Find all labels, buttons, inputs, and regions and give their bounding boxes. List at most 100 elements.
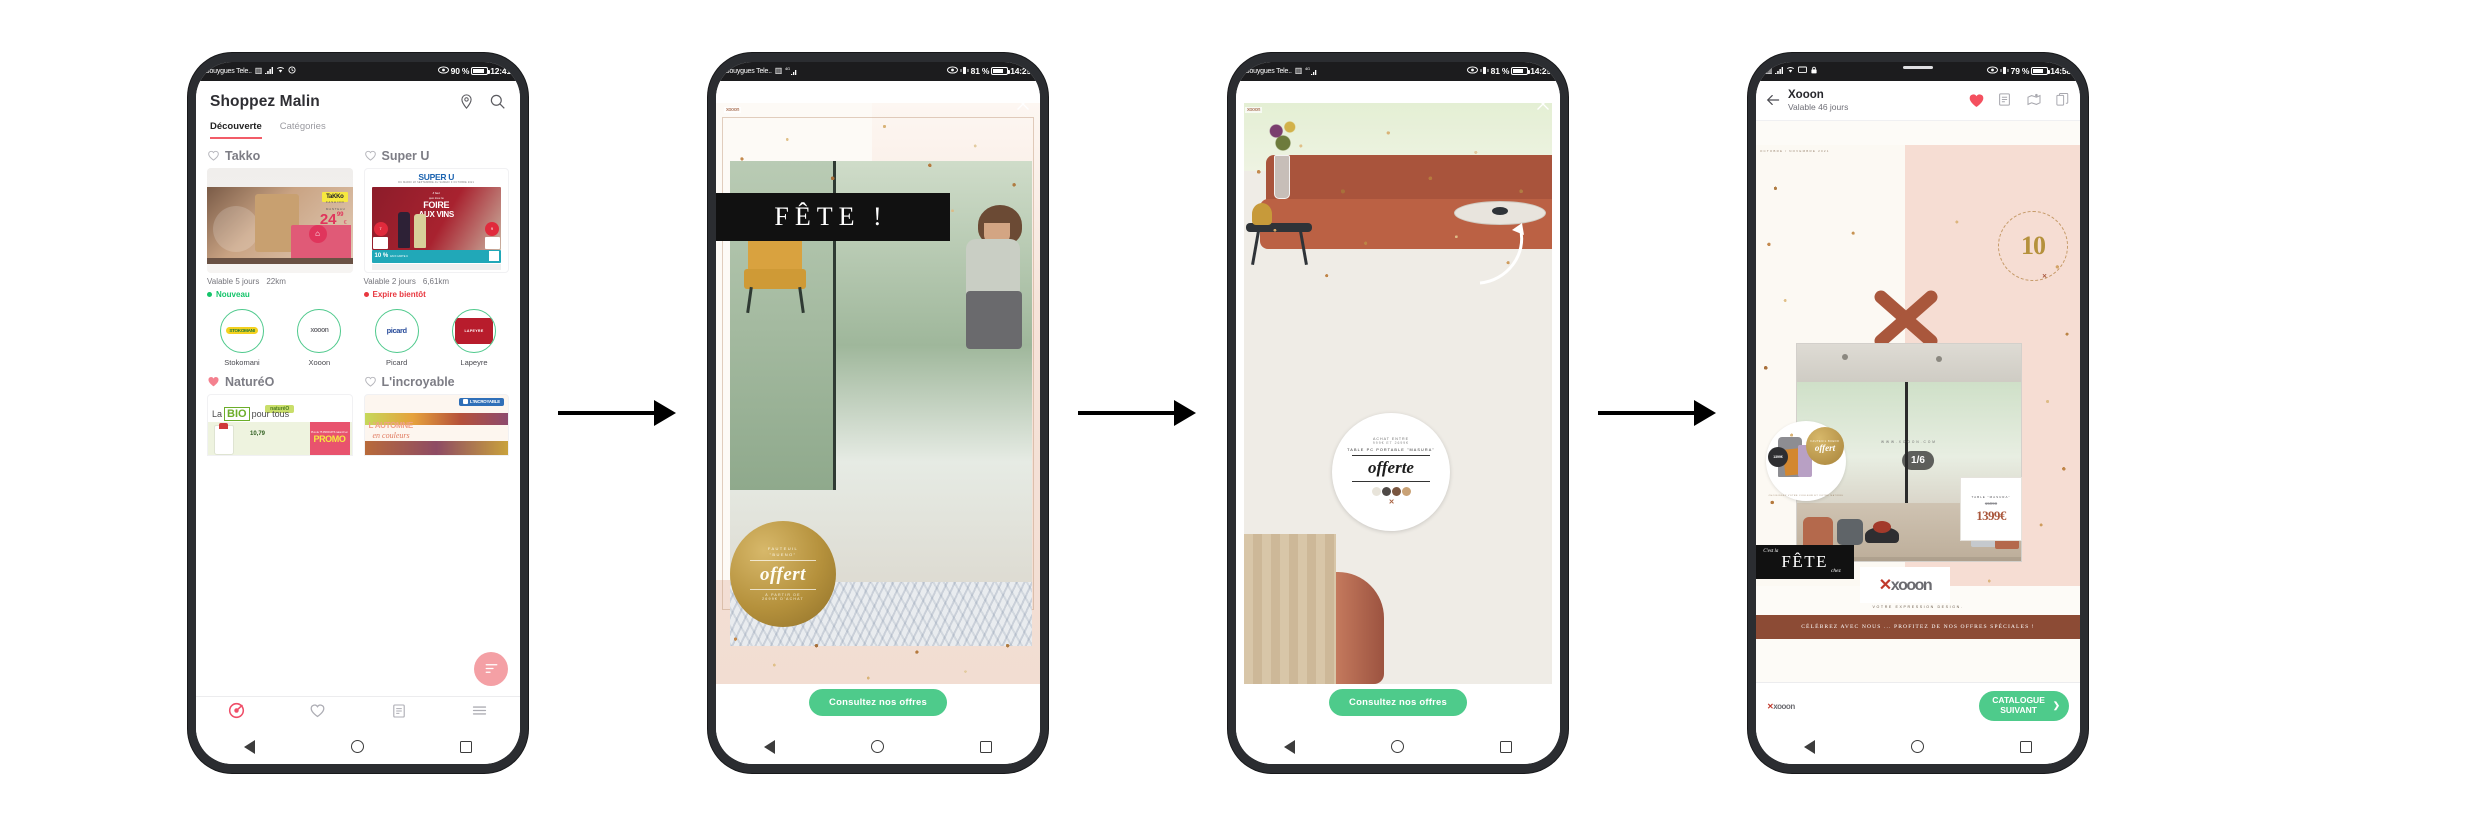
flyer-date-line: OCTOBRE / NOVEMBRE 2021 <box>1760 149 1830 154</box>
brand-stokomani[interactable]: STOKOMANI Stokomani <box>211 308 273 367</box>
price-new: 1399€ <box>1976 507 2006 523</box>
back-arrow-icon[interactable] <box>1765 92 1781 108</box>
badge-line-3: TABLE PC PORTABLE "MASURA" <box>1347 448 1435 452</box>
signal-icon <box>265 66 274 76</box>
close-x-icon[interactable] <box>1016 97 1030 111</box>
nav-deals-icon[interactable] <box>228 702 245 724</box>
android-recents-icon[interactable] <box>460 740 472 753</box>
badge-line-2: 999€ ET 2699€ <box>1372 441 1410 445</box>
story-progress-bars[interactable] <box>1243 85 1554 88</box>
brand-lapeyre[interactable]: LAPEYRE Lapeyre <box>443 308 505 367</box>
phone-4-screen: ▥ 79 % 14:58 Xooon Valable 46 jours OCTO… <box>1756 61 2080 764</box>
card-title: Takko <box>207 149 353 163</box>
brand-logo: xooon <box>310 327 329 334</box>
deal-card-lincroyable[interactable]: L'incroyable L'INCROYABLE L'AUTOMNE en c… <box>363 371 509 456</box>
android-recents-icon[interactable] <box>1500 740 1512 753</box>
flyer-thumbnail[interactable]: TaKKo FASHION MANTEAU 24 99 € ⌂ <box>207 167 353 273</box>
sim-icon: ▥ <box>1765 66 1773 75</box>
phone-1: Bouygues Tele.. ▥ 90 % 12:41 Shoppez Mal… <box>188 52 528 773</box>
heart-icon[interactable] <box>364 149 377 162</box>
heart-filled-icon[interactable] <box>207 375 220 388</box>
consult-offers-button[interactable]: Consultez nos offres <box>809 688 947 716</box>
search-icon[interactable] <box>489 93 506 110</box>
heart-filled-icon[interactable] <box>1968 92 1984 108</box>
battery-percent-label: 79 % <box>2010 66 2030 76</box>
close-x-icon[interactable] <box>1536 97 1550 111</box>
promo-value: PROMO <box>313 434 346 445</box>
flyer-line2: en couleurs <box>372 430 410 440</box>
flyer-dates: DU MARDI 28 SEPTEMBRE AU SAMEDI 9 OCTOBR… <box>398 181 475 184</box>
filter-fab-button[interactable] <box>474 651 508 686</box>
deal-card-takko[interactable]: Takko TaKKo FASHION MANTEAU 24 99 € ⌂ Va… <box>207 145 353 299</box>
validity-label: Valable 5 jours <box>207 276 260 286</box>
next-catalogue-label: CATALOGUE SUIVANT <box>1992 695 2045 715</box>
location-pin-icon[interactable] <box>458 93 475 110</box>
map-pin-icon[interactable] <box>2026 92 2042 108</box>
app-header: Shoppez Malin <box>196 81 520 117</box>
flyer-thumbnail[interactable]: L'INCROYABLE L'AUTOMNE en couleurs <box>363 393 509 456</box>
flyer-thumbnail[interactable]: SUPER U DU MARDI 28 SEPTEMBRE AU SAMEDI … <box>363 167 509 273</box>
brand-name: Stokomani <box>224 357 260 367</box>
carrier-label: Bouygues Tele.. <box>725 67 772 75</box>
pages-copy-icon[interactable] <box>2055 92 2071 108</box>
story-viewer[interactable]: xooon FÊTE ! FAUTEUIL "BUENO" offert À P… <box>716 80 1040 730</box>
brand-name: Xooon <box>308 357 331 367</box>
android-recents-icon[interactable] <box>980 740 992 753</box>
validity-subtitle: Valable 46 jours <box>1788 101 1849 112</box>
page-title: Shoppez Malin <box>210 92 320 110</box>
android-home-icon[interactable] <box>871 740 884 753</box>
tab-categories[interactable]: Catégories <box>280 121 326 139</box>
fete-post-label: chez <box>1830 568 1841 575</box>
android-home-icon[interactable] <box>1911 740 1924 753</box>
flyer-price: 10,79 <box>250 430 266 437</box>
deals-list[interactable]: Takko TaKKo FASHION MANTEAU 24 99 € ⌂ Va… <box>196 138 520 696</box>
wifi-icon <box>276 66 285 76</box>
price-bubble-left: 7 <box>373 221 388 236</box>
heart-icon[interactable] <box>364 375 377 388</box>
price-card-label: TABLE "MASURA" <box>1971 494 2011 499</box>
heart-icon[interactable] <box>207 149 220 162</box>
clock-label: 12:41 <box>490 66 511 76</box>
brand-xooon[interactable]: xooon Xooon <box>288 308 350 367</box>
deal-card-superu[interactable]: Super U SUPER U DU MARDI 28 SEPTEMBRE AU… <box>363 145 509 299</box>
offer-badge-white: ACHAT ENTRE 999€ ET 2699€ TABLE PC PORTA… <box>1332 412 1450 531</box>
flyer-headline: FOIRE <box>423 199 450 210</box>
status-bar: Bouygues Tele.. ▥ 4G 81 % 14:29 <box>1236 61 1560 81</box>
tab-decouverte[interactable]: Découverte <box>210 121 262 139</box>
nav-favorites-icon[interactable] <box>309 702 326 724</box>
android-back-icon[interactable] <box>764 739 775 754</box>
clock-label: 14:29 <box>1530 66 1551 76</box>
brand-logo: picard <box>386 326 408 335</box>
next-catalogue-button[interactable]: CATALOGUE SUIVANT ❯ <box>1979 691 2069 721</box>
story-viewer[interactable]: xooon ACHAT ENTRE 999€ ET 2699€ TABLE PC… <box>1236 80 1560 730</box>
wifi-icon <box>1786 66 1795 76</box>
4g-signal-icon: 4G <box>785 66 797 77</box>
brand-picard[interactable]: picard Picard <box>366 308 428 367</box>
scroll-handle[interactable] <box>1903 65 1933 69</box>
android-back-icon[interactable] <box>1804 739 1815 754</box>
flow-arrow-3 <box>1594 383 1722 443</box>
catalogue-page-viewer[interactable]: OCTOBRE / NOVEMBRE 2021 10 ✕ WWW.XOOON.C… <box>1756 121 2080 682</box>
status-bar: Bouygues Tele.. ▥ 90 % 12:41 <box>196 61 520 81</box>
shopping-list-icon[interactable] <box>1997 92 2013 108</box>
android-back-icon[interactable] <box>1284 739 1295 754</box>
flyer-line3: pour tous <box>251 408 290 419</box>
brand-watermark: xooon <box>724 106 741 113</box>
android-home-icon[interactable] <box>1391 740 1404 753</box>
brand-shortcuts: STOKOMANI Stokomani xooon Xooon picard P… <box>207 299 509 371</box>
story-progress-bars[interactable] <box>723 85 1034 88</box>
brand-name: Picard <box>386 357 408 367</box>
deal-card-natureo[interactable]: NaturéO naturéO La BIO pour tous 10,79 P… <box>207 371 353 456</box>
shoppez-malin-app: Shoppez Malin Découverte Catégories Takk… <box>196 80 520 730</box>
android-home-icon[interactable] <box>351 740 364 753</box>
android-recents-icon[interactable] <box>2020 740 2032 753</box>
nav-menu-icon[interactable] <box>471 702 488 724</box>
nav-shopping-list-icon[interactable] <box>391 703 407 724</box>
consult-offers-button[interactable]: Consultez nos offres <box>1329 688 1467 716</box>
battery-percent-label: 81 % <box>970 66 990 76</box>
catalogue-header: Xooon Valable 46 jours <box>1756 80 2080 122</box>
android-back-icon[interactable] <box>244 739 255 754</box>
carrier-label: Bouygues Tele.. <box>1245 67 1292 75</box>
flyer-thumbnail[interactable]: naturéO La BIO pour tous 10,79 Plus de 7… <box>207 393 353 456</box>
tagline: VOTRE EXPRESSION DESIGN. <box>1872 605 1964 610</box>
